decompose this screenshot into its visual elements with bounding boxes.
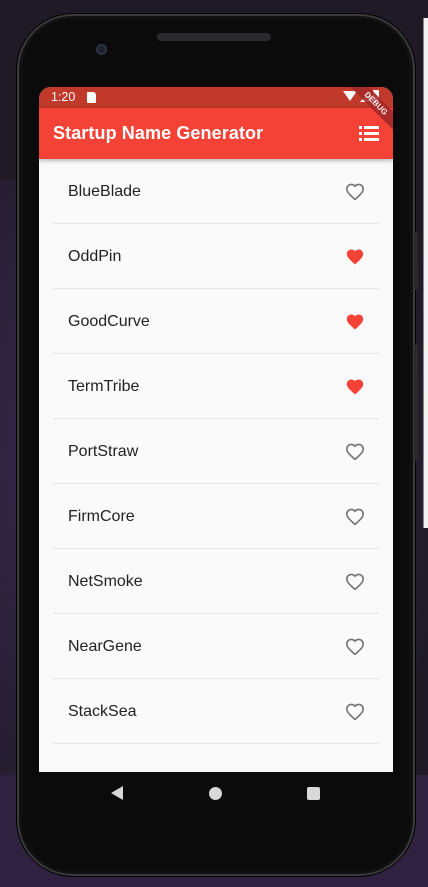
startup-name: OddPin bbox=[68, 248, 122, 265]
startup-name: TermTribe bbox=[68, 378, 140, 395]
list-item[interactable]: OddPin bbox=[53, 224, 379, 289]
favorite-border-icon[interactable] bbox=[345, 702, 365, 721]
list-item[interactable]: NearGene bbox=[53, 614, 379, 679]
favorite-border-icon[interactable] bbox=[345, 442, 365, 461]
list-item[interactable]: FirmCore bbox=[53, 484, 379, 549]
app-title: Startup Name Generator bbox=[53, 123, 264, 143]
startup-name: BlueBlade bbox=[68, 183, 141, 200]
startup-name: NearGene bbox=[68, 638, 142, 655]
list-item[interactable]: NetSmoke bbox=[53, 549, 379, 614]
startup-name: NetSmoke bbox=[68, 573, 143, 590]
favorite-border-icon[interactable] bbox=[345, 572, 365, 591]
favorite-icon[interactable] bbox=[345, 377, 365, 395]
recents-icon[interactable] bbox=[307, 787, 320, 800]
favorite-border-icon[interactable] bbox=[345, 637, 365, 656]
list-item[interactable]: BlueBlade bbox=[53, 159, 379, 224]
app-screen: 1:20 Startup Name Generator DEBUG BlueBl… bbox=[39, 87, 393, 772]
list-icon[interactable] bbox=[359, 124, 381, 144]
front-camera bbox=[96, 44, 107, 55]
app-bar: Startup Name Generator bbox=[39, 108, 393, 159]
startup-name: StackSea bbox=[68, 703, 137, 720]
status-time: 1:20 bbox=[51, 90, 76, 104]
background-window-edge bbox=[423, 18, 428, 528]
list-item[interactable] bbox=[53, 744, 379, 772]
sd-card-icon bbox=[87, 92, 96, 103]
favorite-icon[interactable] bbox=[345, 312, 365, 330]
favorite-icon[interactable] bbox=[345, 247, 365, 265]
power-button[interactable] bbox=[414, 345, 418, 461]
list-item[interactable]: GoodCurve bbox=[53, 289, 379, 354]
favorite-border-icon[interactable] bbox=[345, 507, 365, 526]
volume-button[interactable] bbox=[414, 232, 418, 290]
back-icon[interactable] bbox=[111, 786, 123, 800]
earpiece-speaker bbox=[157, 33, 271, 41]
home-icon[interactable] bbox=[209, 787, 222, 800]
startup-name: FirmCore bbox=[68, 508, 135, 525]
favorite-border-icon[interactable] bbox=[345, 182, 365, 201]
navigation-bar bbox=[39, 772, 393, 832]
list-item[interactable]: PortStraw bbox=[53, 419, 379, 484]
list-item[interactable]: TermTribe bbox=[53, 354, 379, 419]
startup-name: GoodCurve bbox=[68, 313, 150, 330]
list-item[interactable]: StackSea bbox=[53, 679, 379, 744]
status-bar: 1:20 bbox=[39, 87, 393, 108]
startup-name-list: BlueBlade OddPin GoodCurve TermTribe PortStr… bbox=[53, 159, 379, 772]
startup-name: PortStraw bbox=[68, 443, 139, 460]
